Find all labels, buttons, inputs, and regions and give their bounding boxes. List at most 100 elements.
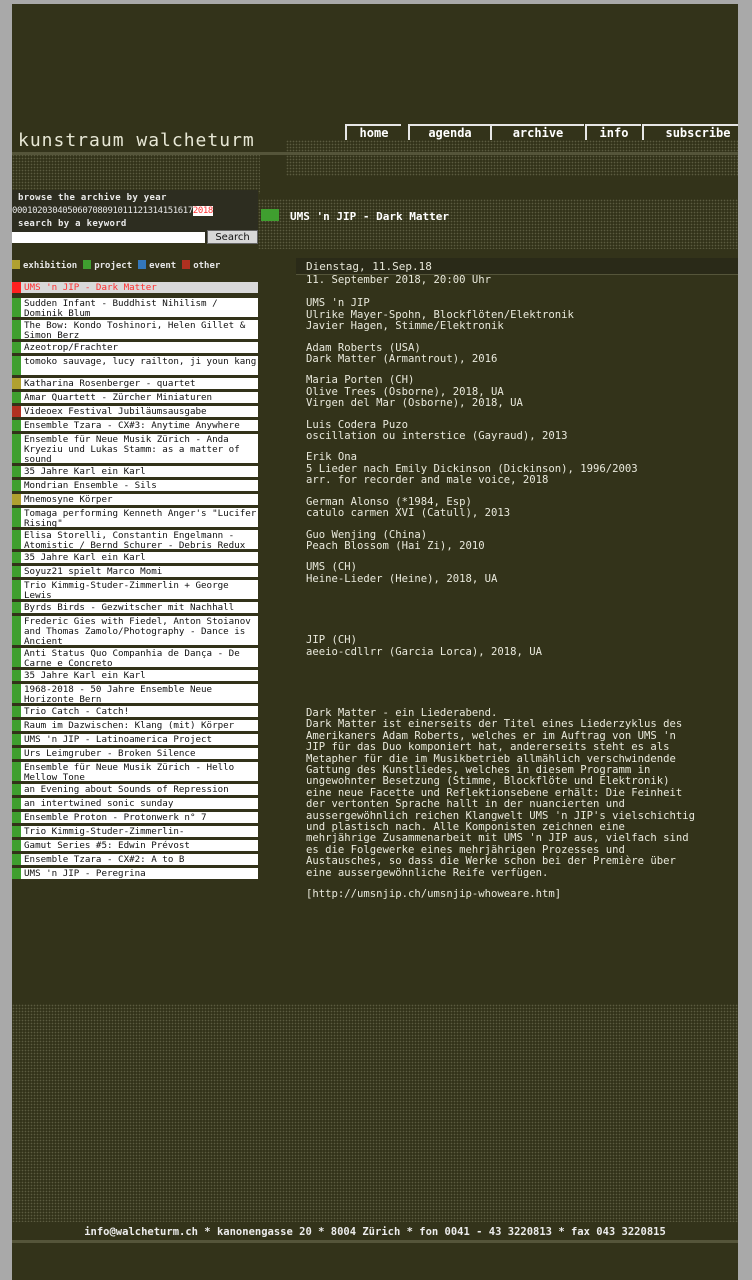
search-input[interactable]	[12, 232, 205, 243]
event-list-title[interactable]: The Bow: Kondo Toshinori, Helen Gillet &…	[24, 320, 245, 340]
event-list-item[interactable]: Ensemble für Neue Musik Zürich - Hello M…	[12, 762, 258, 781]
event-list-item[interactable]: Azeotrop/Frachter	[12, 342, 258, 353]
event-list-title[interactable]: Trio Kimmig-Studer-Zimmerlin-	[24, 826, 184, 837]
event-list-title[interactable]: UMS 'n JIP - Latinoamerica Project	[24, 734, 212, 745]
year-link-06[interactable]: 06	[72, 206, 82, 216]
event-list-item[interactable]: Frederic Gies with Fiedel, Anton Stoiano…	[12, 616, 258, 645]
year-link-14[interactable]: 14	[153, 206, 163, 216]
event-list-item[interactable]: Amar Quartett - Zürcher Miniaturen	[12, 392, 258, 403]
event-list-item[interactable]: Katharina Rosenberger - quartet	[12, 378, 258, 389]
event-list-title[interactable]: an Evening about Sounds of Repression	[24, 784, 229, 795]
event-list-item[interactable]: Videoex Festival Jubiläumsausgabe	[12, 406, 258, 417]
event-list-item[interactable]: Ensemble Tzara - CX#2: A to B	[12, 854, 258, 865]
search-button[interactable]: Search	[207, 230, 258, 244]
event-list-title[interactable]: Sudden Infant - Buddhist Nihilism / Domi…	[24, 298, 218, 318]
year-link-00[interactable]: 00	[12, 206, 22, 216]
event-list-title[interactable]: tomoko sauvage, lucy railton, ji youn ka…	[24, 356, 256, 367]
nav-tab-agenda[interactable]: agenda	[408, 124, 490, 140]
year-link-2018[interactable]: 2018	[192, 206, 213, 216]
event-list-title[interactable]: Urs Leimgruber - Broken Silence	[24, 748, 195, 759]
event-list-title[interactable]: Ensemble Tzara - CX#3: Anytime Anywhere	[24, 420, 240, 431]
event-list-item[interactable]: Urs Leimgruber - Broken Silence	[12, 748, 258, 759]
event-list-title[interactable]: Katharina Rosenberger - quartet	[24, 378, 195, 389]
year-link-09[interactable]: 09	[102, 206, 112, 216]
year-link-01[interactable]: 01	[22, 206, 32, 216]
year-link-05[interactable]: 05	[62, 206, 72, 216]
event-list-title[interactable]: Ensemble für Neue Musik Zürich - Hello M…	[24, 762, 234, 782]
event-list-title[interactable]: Soyuz21 spielt Marco Momi	[24, 566, 162, 577]
event-list-item[interactable]: 35 Jahre Karl ein Karl	[12, 466, 258, 477]
nav-tab-info[interactable]: info	[585, 124, 641, 140]
event-list-title[interactable]: Gamut Series #5: Edwin Prévost	[24, 840, 190, 851]
event-list-item[interactable]: UMS 'n JIP - Peregrina	[12, 868, 258, 879]
event-list-title[interactable]: Azeotrop/Frachter	[24, 342, 118, 353]
nav-tab-archive[interactable]: archive	[490, 124, 584, 140]
year-link-07[interactable]: 07	[82, 206, 92, 216]
event-list-title[interactable]: 35 Jahre Karl ein Karl	[24, 466, 146, 477]
event-list-item[interactable]: The Bow: Kondo Toshinori, Helen Gillet &…	[12, 320, 258, 339]
title-dotted-band	[258, 199, 738, 249]
year-link-08[interactable]: 08	[92, 206, 102, 216]
event-list-title[interactable]: an intertwined sonic sunday	[24, 798, 173, 809]
event-list-title[interactable]: 1968-2018 - 50 Jahre Ensemble Neue Horiz…	[24, 684, 212, 704]
event-list-item[interactable]: 35 Jahre Karl ein Karl	[12, 670, 258, 681]
event-list-title[interactable]: Elisa Storelli, Constantin Engelmann - A…	[24, 530, 245, 550]
event-list-item[interactable]: Sudden Infant - Buddhist Nihilism / Domi…	[12, 298, 258, 317]
event-list-title[interactable]: Tomaga performing Kenneth Anger's "Lucif…	[24, 508, 256, 528]
year-link-12[interactable]: 12	[133, 206, 143, 216]
external-link[interactable]: [http://umsnjip.ch/umsnjip-whoweare.htm]	[306, 888, 736, 900]
event-list-item[interactable]: Raum im Dazwischen: Klang (mit) Körper	[12, 720, 258, 731]
event-list-title[interactable]: Trio Kimmig-Studer-Zimmerlin + George Le…	[24, 580, 229, 600]
event-list-item[interactable]: Ensemble für Neue Musik Zürich - Anda Kr…	[12, 434, 258, 463]
event-list-item[interactable]: Trio Kimmig-Studer-Zimmerlin + George Le…	[12, 580, 258, 599]
event-list-item[interactable]: an intertwined sonic sunday	[12, 798, 258, 809]
event-list-title[interactable]: Videoex Festival Jubiläumsausgabe	[24, 406, 207, 417]
event-list-title[interactable]: UMS 'n JIP - Peregrina	[24, 868, 146, 879]
event-list-title[interactable]: Ensemble Proton - Protonwerk n° 7	[24, 812, 207, 823]
event-list-item[interactable]: Byrds Birds - Gezwitscher mit Nachhall	[12, 602, 258, 613]
event-list-title[interactable]: 35 Jahre Karl ein Karl	[24, 552, 146, 563]
event-list-title[interactable]: Mnemosyne Körper	[24, 494, 113, 505]
event-list-item[interactable]: Elisa Storelli, Constantin Engelmann - A…	[12, 530, 258, 549]
event-list-item[interactable]: Trio Kimmig-Studer-Zimmerlin-	[12, 826, 258, 837]
event-list-title[interactable]: Ensemble für Neue Musik Zürich - Anda Kr…	[24, 434, 240, 464]
year-link-17[interactable]: 17	[183, 206, 193, 216]
event-list-item[interactable]: Mnemosyne Körper	[12, 494, 258, 505]
event-list-item[interactable]: Tomaga performing Kenneth Anger's "Lucif…	[12, 508, 258, 527]
event-list-item[interactable]: an Evening about Sounds of Repression	[12, 784, 258, 795]
event-list-item[interactable]: Anti Status Quo Companhia de Dança - De …	[12, 648, 258, 667]
event-list-title[interactable]: Anti Status Quo Companhia de Dança - De …	[24, 648, 240, 668]
event-list-item[interactable]: tomoko sauvage, lucy railton, ji youn ka…	[12, 356, 258, 375]
event-list-item[interactable]: Mondrian Ensemble - Sils	[12, 480, 258, 491]
site-title[interactable]: kunstraum walcheturm	[18, 130, 255, 151]
year-link-16[interactable]: 16	[173, 206, 183, 216]
event-list-title[interactable]: Raum im Dazwischen: Klang (mit) Körper	[24, 720, 234, 731]
event-list-item[interactable]: Ensemble Tzara - CX#3: Anytime Anywhere	[12, 420, 258, 431]
event-list-item[interactable]: Soyuz21 spielt Marco Momi	[12, 566, 258, 577]
year-link-13[interactable]: 13	[143, 206, 153, 216]
event-list-item[interactable]: 1968-2018 - 50 Jahre Ensemble Neue Horiz…	[12, 684, 258, 703]
year-link-10[interactable]: 10	[112, 206, 122, 216]
event-list-item[interactable]: Gamut Series #5: Edwin Prévost	[12, 840, 258, 851]
event-list-item[interactable]: Trio Catch - Catch!	[12, 706, 258, 717]
event-list-title[interactable]: Amar Quartett - Zürcher Miniaturen	[24, 392, 212, 403]
year-link-11[interactable]: 11	[123, 206, 133, 216]
nav-tab-home[interactable]: home	[345, 124, 401, 140]
year-link-04[interactable]: 04	[52, 206, 62, 216]
event-list-title[interactable]: Ensemble Tzara - CX#2: A to B	[24, 854, 184, 865]
event-list-item[interactable]: UMS 'n JIP - Dark Matter	[12, 282, 258, 293]
event-list-title[interactable]: Byrds Birds - Gezwitscher mit Nachhall	[24, 602, 234, 613]
event-list-title[interactable]: 35 Jahre Karl ein Karl	[24, 670, 146, 681]
event-list-item[interactable]: 35 Jahre Karl ein Karl	[12, 552, 258, 563]
event-list-title[interactable]: Trio Catch - Catch!	[24, 706, 129, 717]
year-link-02[interactable]: 02	[32, 206, 42, 216]
year-link-03[interactable]: 03	[42, 206, 52, 216]
category-marker	[12, 748, 21, 759]
event-list-title[interactable]: Mondrian Ensemble - Sils	[24, 480, 157, 491]
event-list-item[interactable]: Ensemble Proton - Protonwerk n° 7	[12, 812, 258, 823]
year-link-15[interactable]: 15	[163, 206, 173, 216]
event-list-title[interactable]: UMS 'n JIP - Dark Matter	[24, 282, 157, 293]
event-list-title[interactable]: Frederic Gies with Fiedel, Anton Stoiano…	[24, 616, 251, 646]
event-list-item[interactable]: UMS 'n JIP - Latinoamerica Project	[12, 734, 258, 745]
nav-tab-subscribe[interactable]: subscribe	[642, 124, 738, 140]
